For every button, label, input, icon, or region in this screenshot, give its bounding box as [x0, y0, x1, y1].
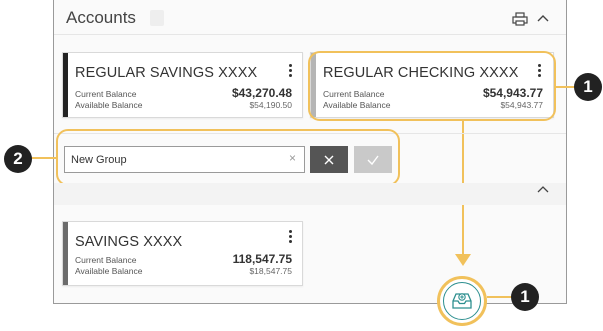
- chevron-up-icon[interactable]: [536, 13, 550, 23]
- callout-highlight-new-group: [56, 129, 400, 186]
- callout-connector: [28, 157, 56, 159]
- printer-icon[interactable]: [512, 12, 528, 26]
- available-balance-label: Available Balance: [75, 100, 143, 110]
- card-color-bar: [63, 53, 68, 117]
- page-title: Accounts: [66, 7, 136, 27]
- current-balance-value: 118,547.75: [232, 252, 292, 266]
- current-balance-label: Current Balance: [75, 255, 137, 265]
- kebab-menu-icon[interactable]: [289, 230, 293, 244]
- account-card-regular-savings[interactable]: REGULAR SAVINGS XXXX Current Balance $43…: [62, 52, 303, 118]
- faded-placeholder: [150, 10, 164, 26]
- callout-badge: 1: [511, 283, 539, 311]
- callout-highlight-checking: [308, 51, 556, 121]
- account-name: SAVINGS XXXX: [75, 234, 183, 250]
- available-balance-value: $18,547.75: [249, 266, 292, 276]
- callout-badge: 2: [4, 145, 32, 173]
- kebab-menu-icon[interactable]: [289, 64, 293, 78]
- header-divider: [54, 34, 566, 35]
- card-color-bar: [63, 222, 68, 285]
- current-balance-label: Current Balance: [75, 89, 137, 99]
- account-card-savings[interactable]: SAVINGS XXXX Current Balance 118,547.75 …: [62, 221, 303, 286]
- current-balance-value: $43,270.48: [231, 86, 292, 100]
- drag-arrow-head: [455, 254, 471, 266]
- chevron-up-icon[interactable]: [537, 185, 549, 193]
- callout-badge: 1: [574, 73, 602, 101]
- callout-connector: [487, 296, 512, 298]
- available-balance-label: Available Balance: [75, 266, 143, 276]
- account-name: REGULAR SAVINGS XXXX: [75, 65, 258, 81]
- group-section-header: [54, 183, 566, 205]
- accounts-header: Accounts: [66, 7, 163, 28]
- inbox-add-icon: [452, 293, 472, 309]
- available-balance-value: $54,190.50: [249, 100, 292, 110]
